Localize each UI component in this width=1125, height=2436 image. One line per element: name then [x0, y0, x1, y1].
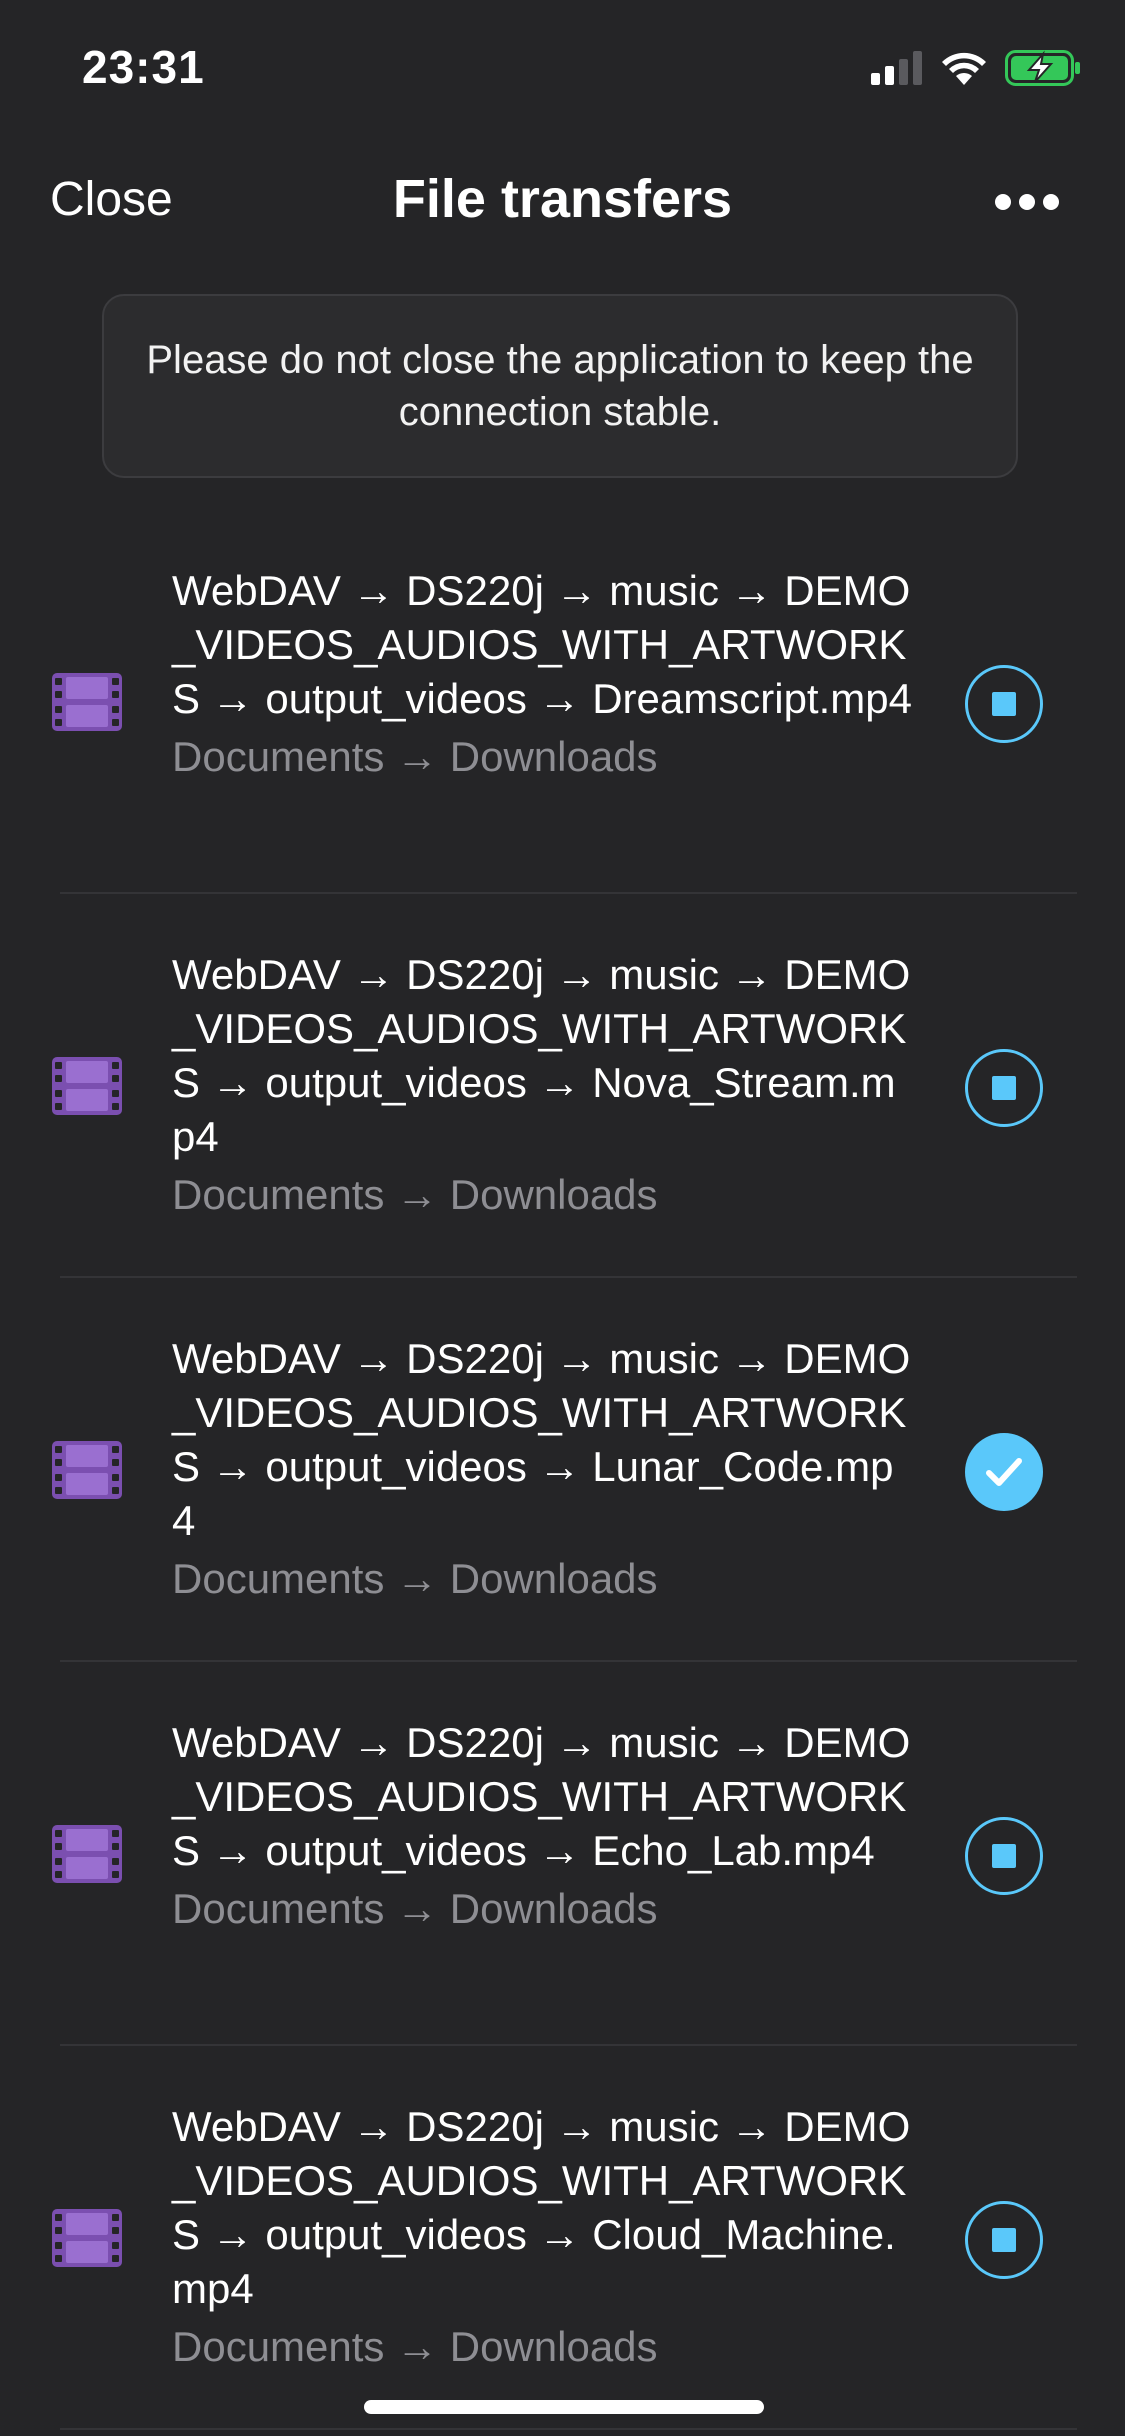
video-file-icon	[52, 1441, 122, 1499]
ellipsis-icon-dot	[1043, 194, 1059, 210]
stop-icon	[992, 1844, 1016, 1868]
stop-icon	[992, 692, 1016, 716]
transfer-source-path: WebDAV → DS220j → music → DEMO_VIDEOS_AU…	[172, 1719, 911, 1874]
stop-transfer-button[interactable]	[965, 2201, 1043, 2279]
page-title: File transfers	[392, 169, 733, 229]
battery-charging-icon	[1005, 49, 1081, 91]
transfer-destination: Documents → Downloads	[172, 733, 658, 780]
transfer-destination: Documents → Downloads	[172, 1171, 658, 1218]
file-transfers-screen: 23:31 Close File transfers Please do not…	[0, 0, 1125, 2436]
stop-transfer-button[interactable]	[965, 1817, 1043, 1895]
transfer-text: WebDAV → DS220j → music → DEMO_VIDEOS_AU…	[172, 1716, 912, 1936]
more-options-button[interactable]	[995, 192, 1059, 212]
video-file-icon	[52, 1825, 122, 1883]
ellipsis-icon-dot	[1019, 194, 1035, 210]
video-file-icon	[52, 673, 122, 731]
transfer-source-path: WebDAV → DS220j → music → DEMO_VIDEOS_AU…	[172, 2103, 911, 2312]
status-time: 23:31	[82, 41, 205, 93]
transfer-text: WebDAV → DS220j → music → DEMO_VIDEOS_AU…	[172, 948, 912, 1222]
transfer-item[interactable]: WebDAV → DS220j → music → DEMO_VIDEOS_AU…	[0, 510, 1125, 894]
transfer-destination: Documents → Downloads	[172, 2323, 658, 2370]
home-indicator[interactable]	[364, 2400, 764, 2414]
status-bar: 23:31	[0, 0, 1125, 130]
transfer-item[interactable]: WebDAV → DS220j → music → DEMO_VIDEOS_AU…	[0, 1662, 1125, 2046]
transfer-item[interactable]: WebDAV → DS220j → music → DEMO_VIDEOS_AU…	[0, 894, 1125, 1278]
transfer-text: WebDAV → DS220j → music → DEMO_VIDEOS_AU…	[172, 2100, 912, 2374]
transfer-item[interactable]: WebDAV → DS220j → music → DEMO_VIDEOS_AU…	[0, 1278, 1125, 1662]
status-icons	[871, 49, 1081, 91]
stop-transfer-button[interactable]	[965, 665, 1043, 743]
cellular-signal-icon	[871, 50, 923, 90]
transfer-source-path: WebDAV → DS220j → music → DEMO_VIDEOS_AU…	[172, 951, 911, 1160]
transfer-text: WebDAV → DS220j → music → DEMO_VIDEOS_AU…	[172, 564, 912, 784]
transfer-destination: Documents → Downloads	[172, 1555, 658, 1602]
transfer-list: WebDAV → DS220j → music → DEMO_VIDEOS_AU…	[0, 510, 1125, 2430]
ellipsis-icon-dot	[995, 194, 1011, 210]
video-file-icon	[52, 1057, 122, 1115]
stop-icon	[992, 1076, 1016, 1100]
notice-text: Please do not close the application to k…	[146, 338, 974, 434]
transfer-complete-checkmark-icon	[965, 1433, 1043, 1511]
transfer-source-path: WebDAV → DS220j → music → DEMO_VIDEOS_AU…	[172, 1335, 911, 1544]
navigation-bar: Close File transfers	[0, 150, 1125, 250]
stop-icon	[992, 2228, 1016, 2252]
transfer-text: WebDAV → DS220j → music → DEMO_VIDEOS_AU…	[172, 1332, 912, 1606]
stop-transfer-button[interactable]	[965, 1049, 1043, 1127]
row-divider	[60, 2428, 1077, 2430]
transfer-source-path: WebDAV → DS220j → music → DEMO_VIDEOS_AU…	[172, 567, 912, 722]
transfer-item[interactable]: WebDAV → DS220j → music → DEMO_VIDEOS_AU…	[0, 2046, 1125, 2430]
transfer-destination: Documents → Downloads	[172, 1885, 658, 1932]
video-file-icon	[52, 2209, 122, 2267]
connection-notice: Please do not close the application to k…	[102, 294, 1018, 478]
wifi-icon	[941, 51, 987, 90]
